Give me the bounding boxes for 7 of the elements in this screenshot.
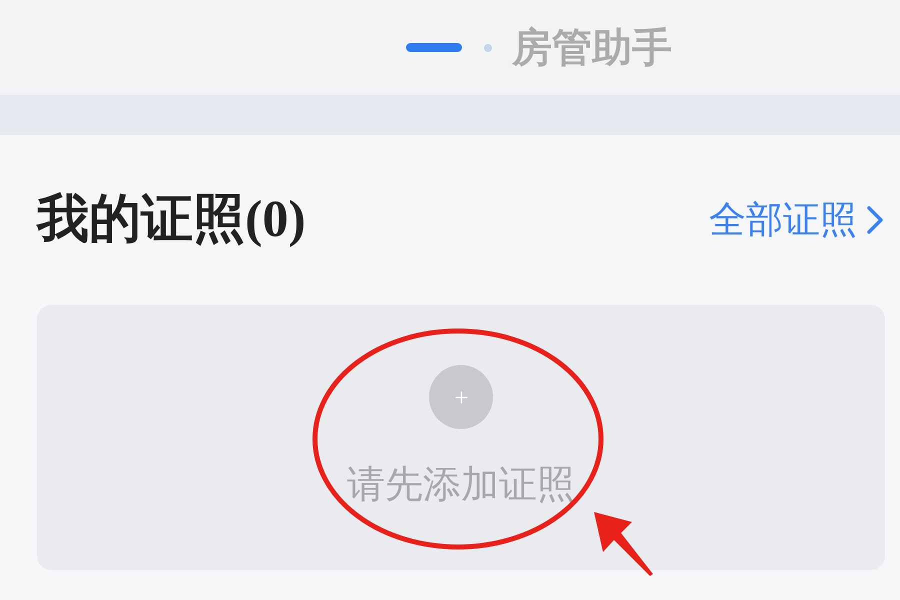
empty-state-message: 请先添加证照	[347, 462, 575, 508]
plus-icon	[454, 390, 468, 404]
section-title: 我的证照(0)	[37, 191, 306, 249]
header-title: 房管助手	[512, 26, 672, 70]
chevron-right-icon	[865, 205, 885, 235]
all-certificates-link[interactable]: 全部证照	[709, 200, 885, 240]
page-indicator[interactable]	[406, 43, 462, 52]
